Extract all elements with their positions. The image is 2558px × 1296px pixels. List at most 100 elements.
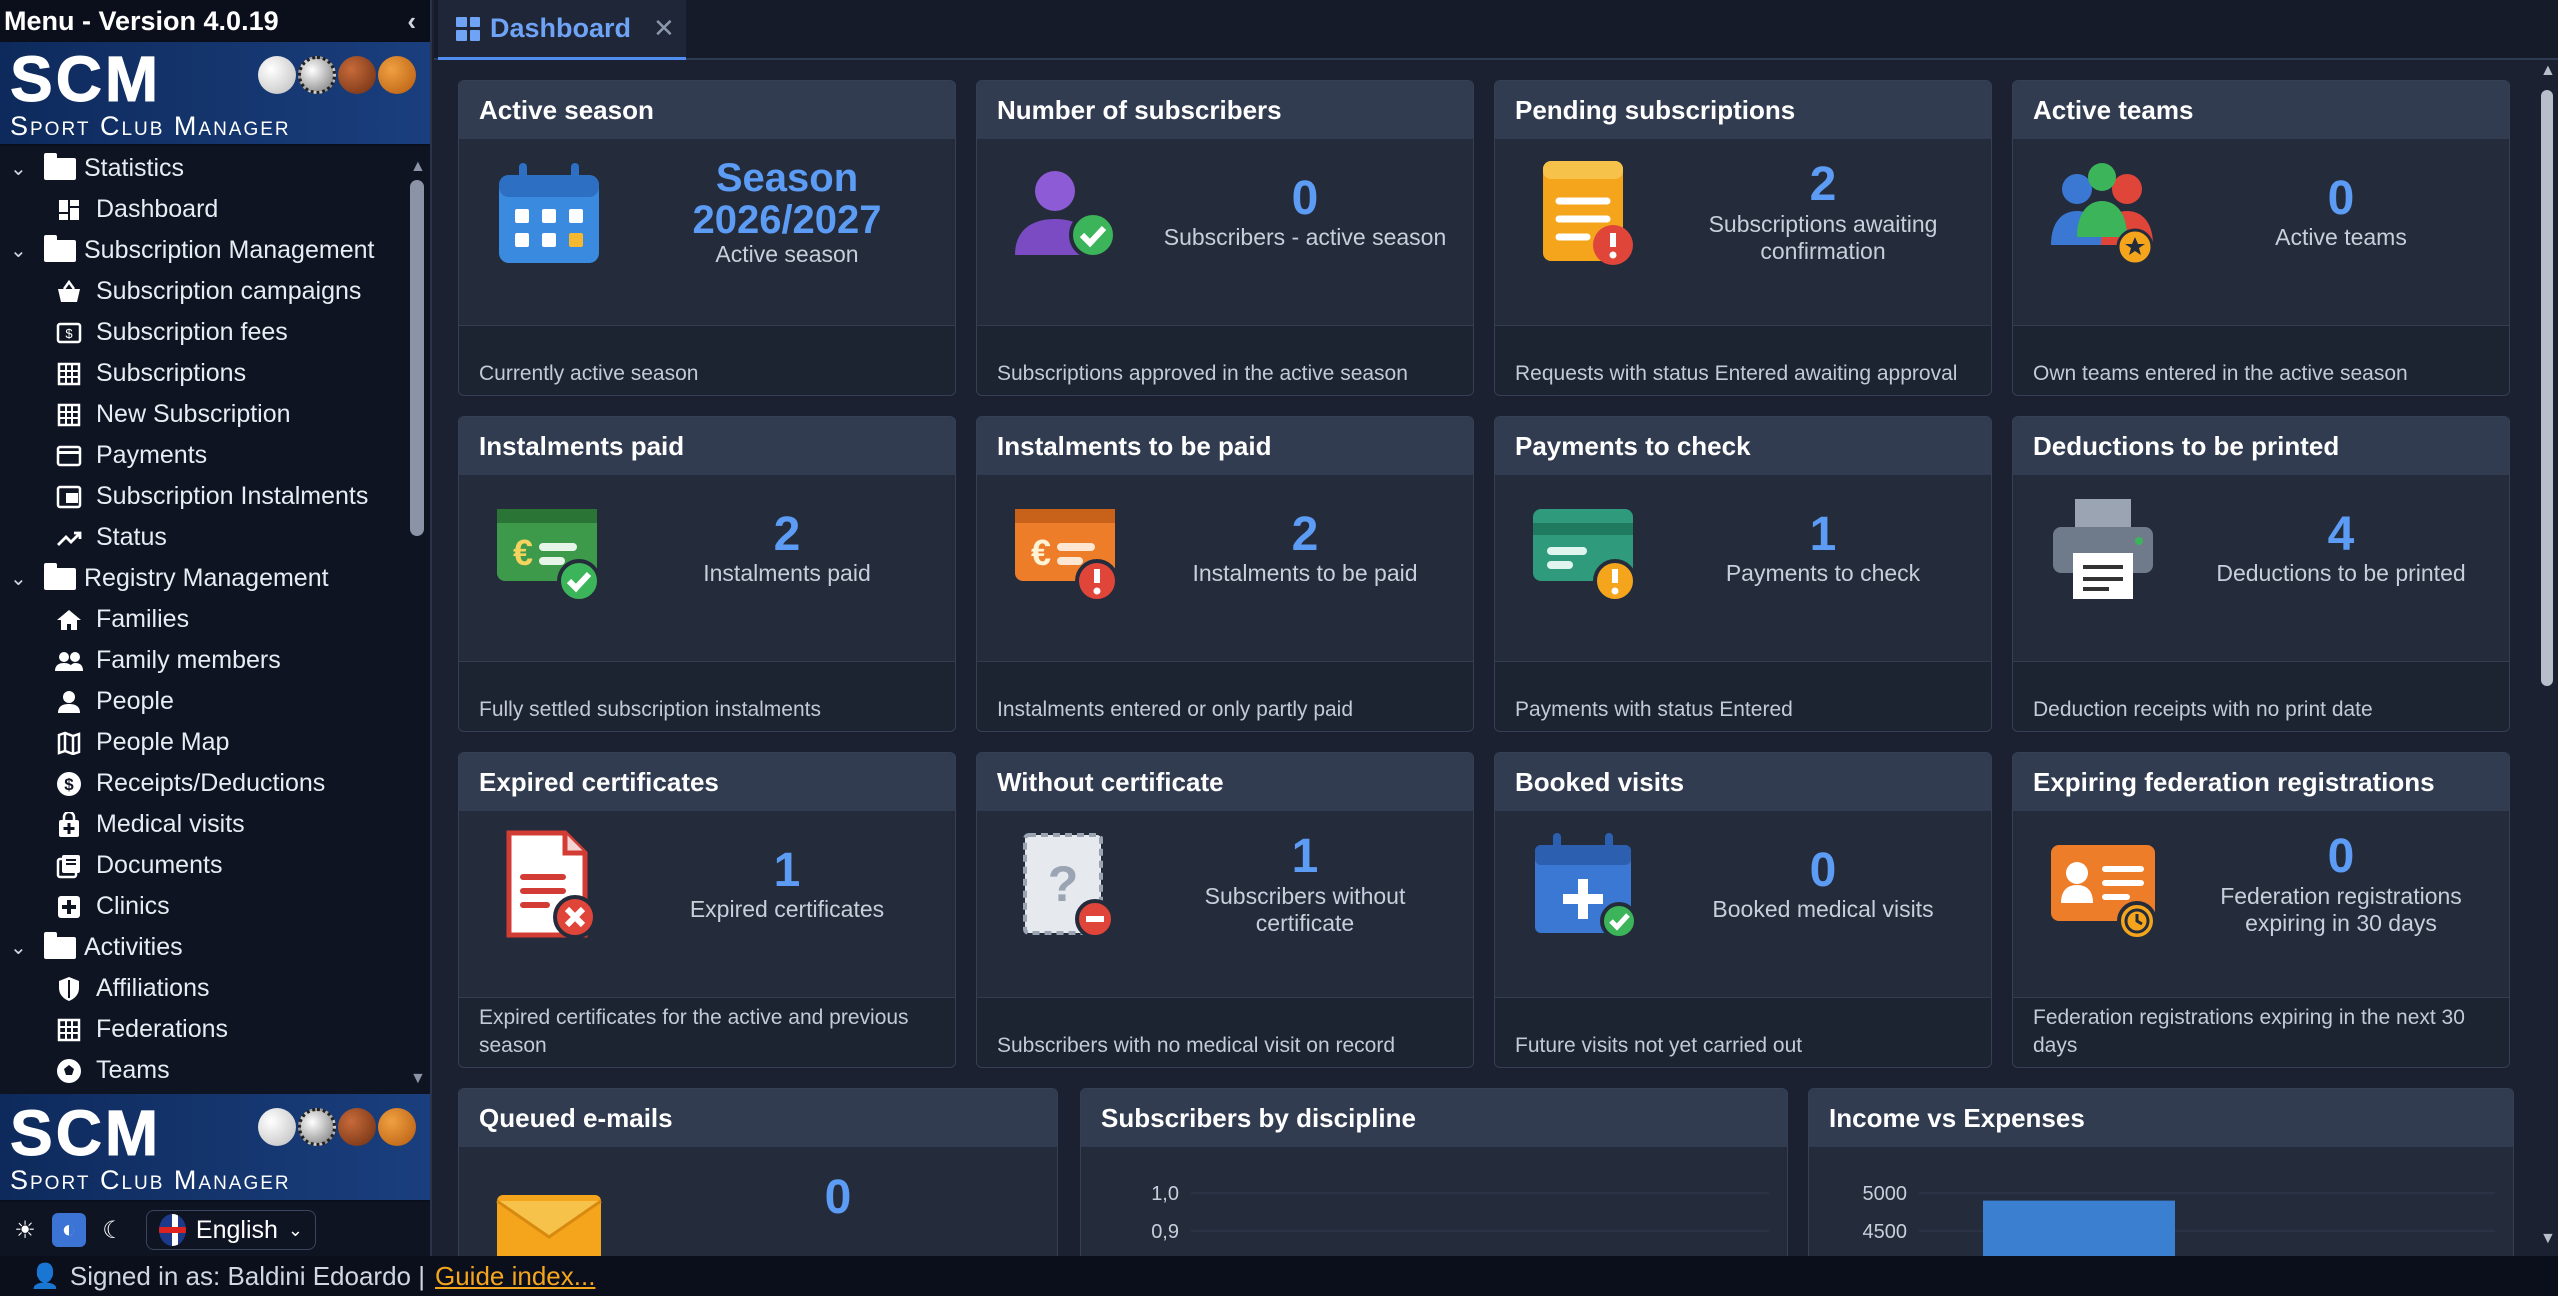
card-body: 0 Federation registrations expiring in 30… <box>2013 811 2509 959</box>
main-scrollbar[interactable]: ▲ ▼ <box>2536 62 2558 1256</box>
kpi-card[interactable]: Payments to check 1 Payments to check Payme… <box>1494 416 1992 732</box>
moon-icon[interactable]: ☾ <box>96 1213 130 1247</box>
sidebar-group-label: Activities <box>84 933 183 961</box>
basket-icon <box>54 277 84 307</box>
card-footer: Subscriptions approved in the active sea… <box>977 325 1473 395</box>
scroll-down-icon[interactable]: ▼ <box>410 1070 426 1088</box>
euro-card-check-icon: € <box>459 475 639 623</box>
card-body: 2 Subscriptions awaiting confirmation <box>1495 139 1991 287</box>
card-body: 4 Deductions to be printed <box>2013 475 2509 623</box>
certificate-expired-icon <box>459 811 639 959</box>
scroll-down-icon[interactable]: ▼ <box>2540 1230 2556 1248</box>
chevron-left-icon[interactable]: ‹ <box>407 6 416 37</box>
chevron-down-icon[interactable]: ⌄ <box>10 935 34 960</box>
sidebar-item[interactable]: Medical visits <box>0 804 408 845</box>
chevron-down-icon[interactable]: ⌄ <box>10 156 34 181</box>
sidebar-group[interactable]: ⌄ Statistics <box>0 148 408 189</box>
sidebar-item-label: Subscription campaigns <box>96 277 362 305</box>
language-select[interactable]: English ⌄ <box>146 1210 316 1250</box>
sport-balls-icon <box>258 56 416 94</box>
kpi-card[interactable]: Expired certificates 1 Expired certificate… <box>458 752 956 1068</box>
bar[interactable] <box>1983 1200 2175 1256</box>
kpi-card[interactable]: Expiring federation registrations 0 Federa… <box>2012 752 2510 1068</box>
calendar-icon <box>459 139 639 287</box>
kpi-card[interactable]: Number of subscribers 0 Subscribers - acti… <box>976 80 1474 396</box>
kpi-card[interactable]: Instalments paid €2 Instalments paid Fully … <box>458 416 956 732</box>
sidebar-item[interactable]: Subscription campaigns <box>0 271 408 312</box>
sidebar-item[interactable]: Affiliations <box>0 968 408 1009</box>
card-body: 0 <box>459 1147 1057 1256</box>
kpi-card[interactable]: Active teams 0 Active teams Own teams enter… <box>2012 80 2510 396</box>
card-value: 0 <box>824 1171 852 1224</box>
sidebar-item-label: Dashboard <box>96 195 219 223</box>
scroll-up-icon[interactable]: ▲ <box>2540 62 2556 80</box>
uk-flag-icon <box>159 1214 186 1246</box>
sidebar-item-label: Subscriptions <box>96 359 247 387</box>
dashboard-icon <box>54 195 84 225</box>
user-icon <box>54 687 84 717</box>
card-footer: Subscribers with no medical visit on rec… <box>977 997 1473 1067</box>
language-label: English <box>195 1215 278 1244</box>
sidebar-item[interactable]: Teams <box>0 1050 408 1088</box>
card-label: Subscriptions awaiting confirmation <box>1708 210 1938 265</box>
card-value: 0 <box>1809 844 1837 897</box>
sidebar-item[interactable]: Documents <box>0 845 408 886</box>
sidebar-group[interactable]: ⌄ Activities <box>0 927 408 968</box>
kpi-card[interactable]: Without certificate? 1 Subscribers without… <box>976 752 1474 1068</box>
chevron-down-icon[interactable]: ⌄ <box>10 566 34 591</box>
sidebar-item[interactable]: New Subscription <box>0 394 408 435</box>
card-label: Active season <box>715 241 859 268</box>
menu-tree: ⌄ Statistics Dashboard ⌄ Subscription Manage… <box>0 148 408 1088</box>
card-footer: Expired certificates for the active and … <box>459 997 955 1067</box>
y-tick-label: 0,9 <box>1151 1221 1179 1243</box>
card-body: Season 2026/2027 Active season <box>459 139 955 287</box>
kpi-card[interactable]: Deductions to be printed 4 Deductions to b… <box>2012 416 2510 732</box>
sidebar-item[interactable]: People <box>0 681 408 722</box>
chart-card: Income vs Expenses 5000 4500 <box>1808 1088 2514 1256</box>
tab-bar: Dashboard ✕ <box>434 0 2558 60</box>
scroll-up-icon[interactable]: ▲ <box>410 158 426 176</box>
sun-icon[interactable]: ☀ <box>8 1213 42 1247</box>
kpi-card[interactable]: Active season Season 2026/2027 Active seas… <box>458 80 956 396</box>
sidebar-group-label: Statistics <box>84 154 185 182</box>
sidebar-item[interactable]: Families <box>0 599 408 640</box>
card-body: 1 Payments to check <box>1495 475 1991 623</box>
sidebar-item[interactable]: Dashboard <box>0 189 408 230</box>
register-icon <box>54 482 84 512</box>
sidebar-item[interactable]: Family members <box>0 640 408 681</box>
kpi-card[interactable]: Pending subscriptions 2 Subscriptions awai… <box>1494 80 1992 396</box>
chevron-down-icon[interactable]: ⌄ <box>10 238 34 263</box>
chart-card: Subscribers by discipline 1,0 0,9 <box>1080 1088 1788 1256</box>
guide-index-link[interactable]: Guide index... <box>435 1261 595 1292</box>
sidebar-group[interactable]: ⌄ Registry Management <box>0 558 408 599</box>
sidebar-item[interactable]: Clinics <box>0 886 408 927</box>
sidebar-scrollbar[interactable] <box>410 180 424 536</box>
sidebar-item[interactable]: Status <box>0 517 408 558</box>
sidebar-item[interactable]: Payments <box>0 435 408 476</box>
contrast-icon[interactable]: ◐ <box>52 1213 86 1247</box>
kpi-card[interactable]: Booked visits 0 Booked medical visits Futur… <box>1494 752 1992 1068</box>
chart-plot: 1,0 0,9 <box>1151 1183 1769 1243</box>
queued-emails-card[interactable]: Queued e-mails 0 <box>458 1088 1058 1256</box>
sidebar-group[interactable]: ⌄ Subscription Management <box>0 230 408 271</box>
sidebar-item[interactable]: Subscription Instalments <box>0 476 408 517</box>
shield-icon <box>54 974 84 1004</box>
tab-dashboard[interactable]: Dashboard ✕ <box>438 0 686 60</box>
card-footer: Own teams entered in the active season <box>2013 325 2509 395</box>
y-tick-label: 1,0 <box>1151 1183 1179 1205</box>
sidebar-item[interactable]: People Map <box>0 722 408 763</box>
close-icon[interactable]: ✕ <box>653 13 675 44</box>
card-value: 2 <box>1809 158 1837 212</box>
sidebar-item[interactable]: Subscriptions <box>0 353 408 394</box>
logo-text-sub: Sport Club Manager <box>10 110 291 141</box>
sidebar-item[interactable]: $ Receipts/Deductions <box>0 763 408 804</box>
sidebar-item[interactable]: Federations <box>0 1009 408 1050</box>
football-icon <box>54 1056 84 1086</box>
card-body: €2 Instalments paid <box>459 475 955 623</box>
card-footer: Fully settled subscription instalments <box>459 661 955 731</box>
kpi-card[interactable]: Instalments to be paid €2 Instalments to b… <box>976 416 1474 732</box>
sidebar-item[interactable]: $ Subscription fees <box>0 312 408 353</box>
document-warning-icon <box>1495 139 1675 287</box>
folder-icon <box>44 931 76 959</box>
scrollbar-thumb[interactable] <box>2541 90 2553 686</box>
